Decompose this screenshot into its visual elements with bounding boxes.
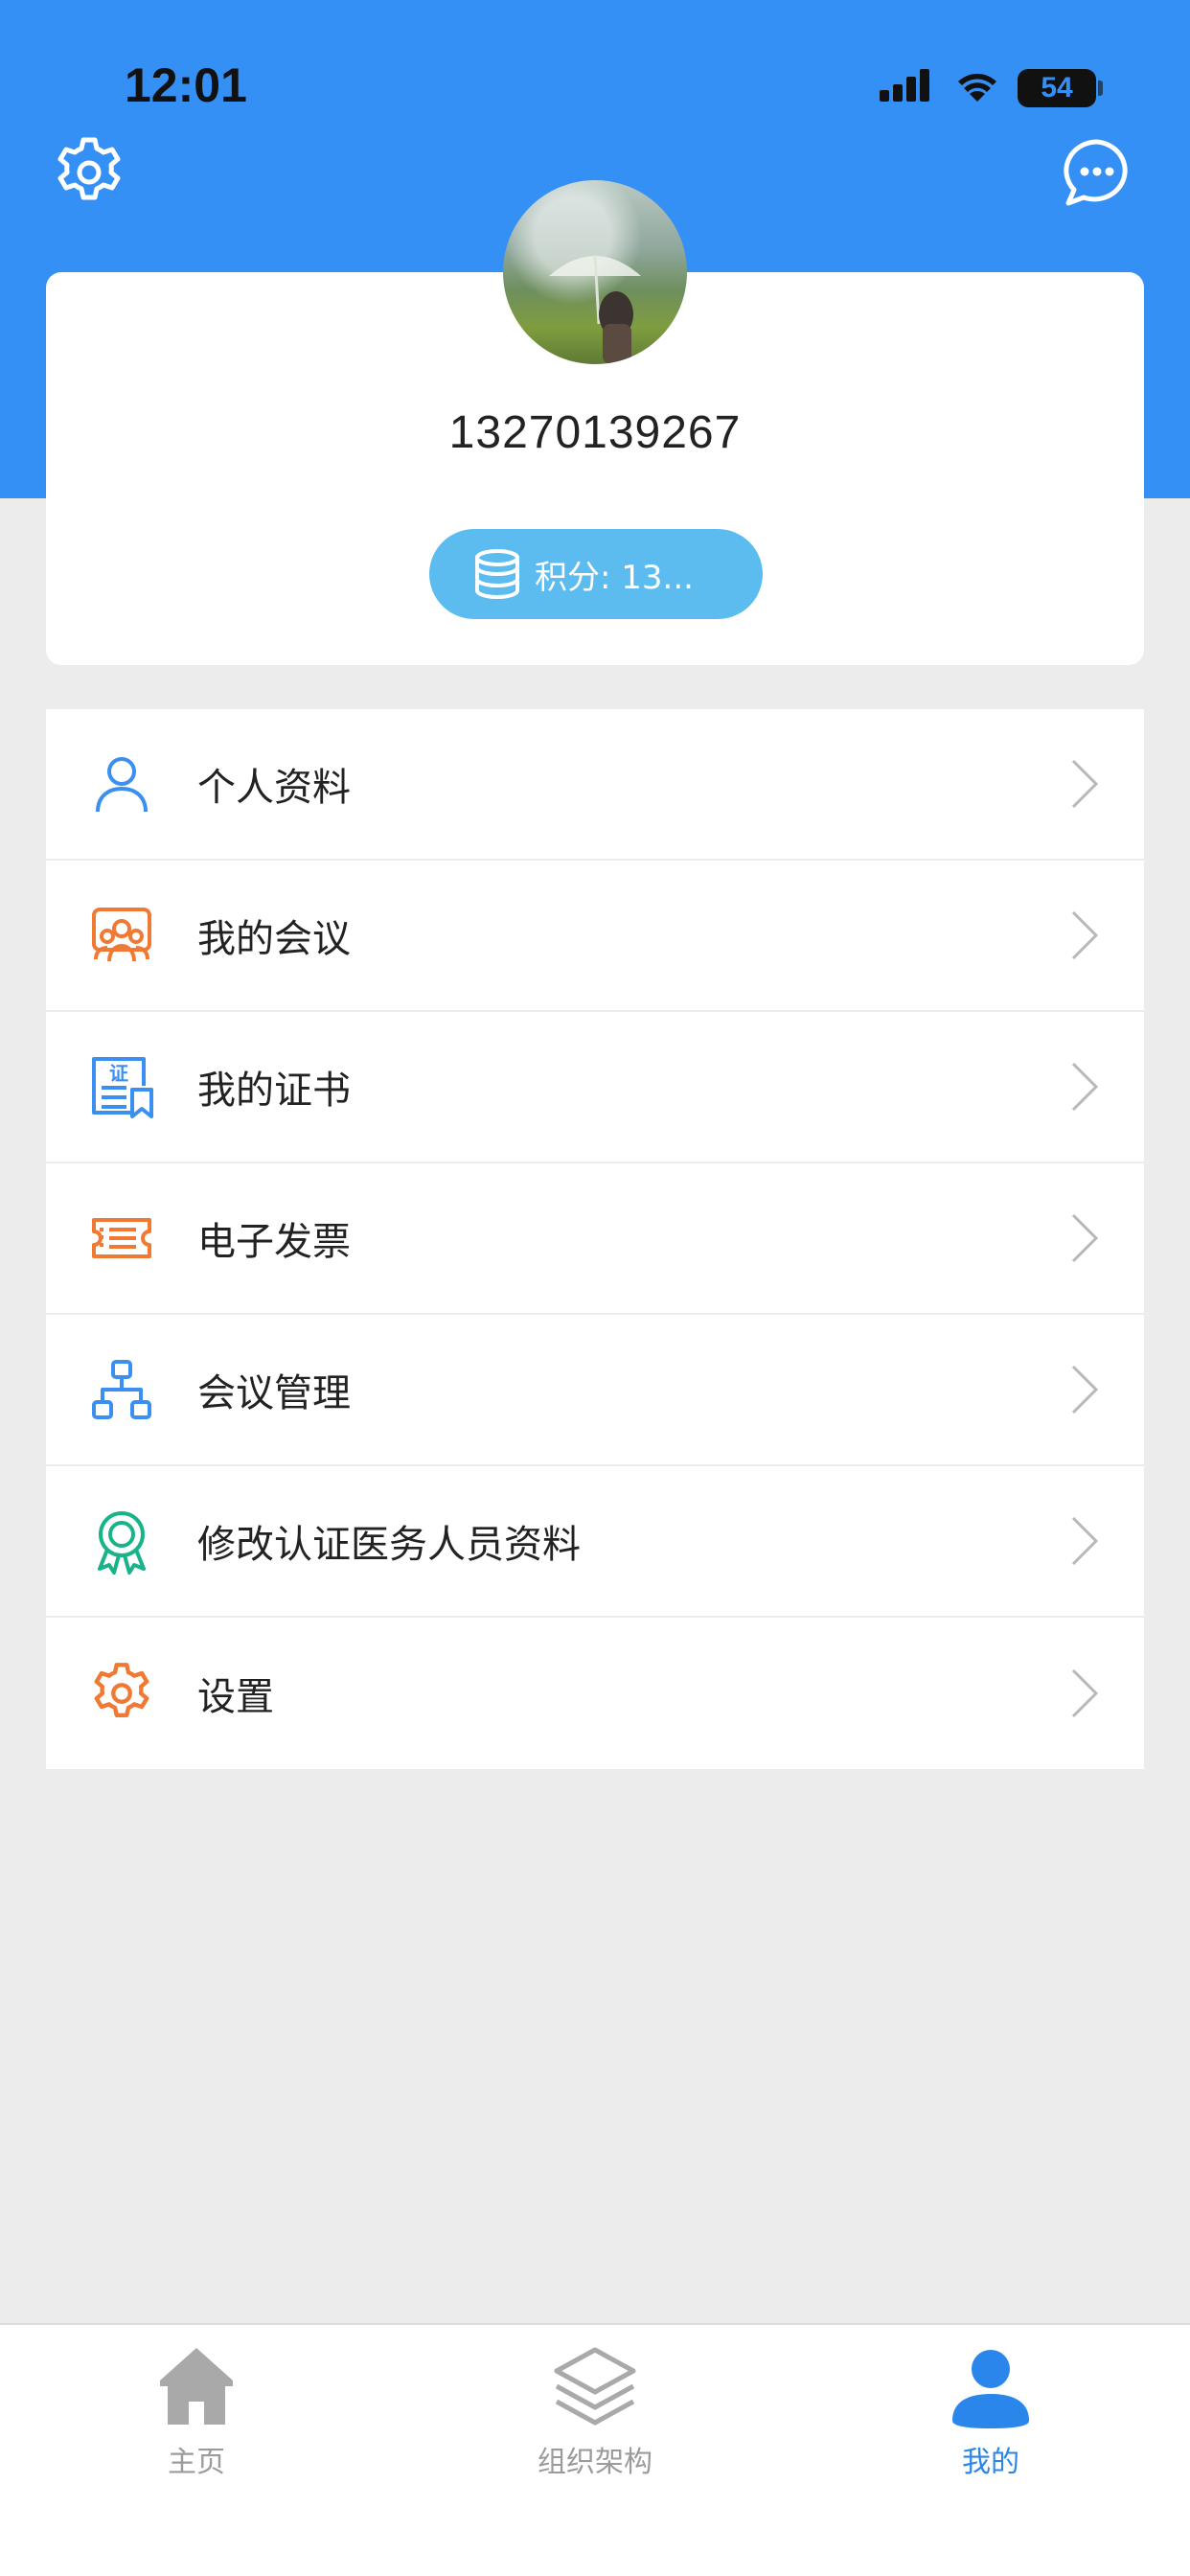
home-icon bbox=[160, 2348, 233, 2425]
cellular-signal-icon bbox=[880, 69, 929, 102]
battery-indicator: 54 bbox=[1018, 69, 1096, 107]
menu-item-meeting-management[interactable]: 会议管理 bbox=[46, 1315, 1144, 1466]
chevron-right-icon bbox=[1071, 1365, 1099, 1414]
gear-icon bbox=[57, 137, 121, 200]
menu-item-e-invoice[interactable]: 电子发票 bbox=[46, 1163, 1144, 1315]
user-icon bbox=[952, 2350, 1029, 2428]
menu-label: 会议管理 bbox=[197, 1371, 351, 1415]
menu-item-my-meetings[interactable]: 我的会议 bbox=[46, 861, 1144, 1012]
menu-list: 个人资料 我的会议 证 我的证书 电子发票 会议管理 修改认证医务人员资料 设置 bbox=[46, 709, 1144, 1769]
tab-label: 我的 bbox=[962, 2446, 1019, 2479]
tab-organization[interactable]: 组织架构 bbox=[480, 2340, 710, 2480]
menu-item-edit-medical-credentials[interactable]: 修改认证医务人员资料 bbox=[46, 1466, 1144, 1618]
svg-text:证: 证 bbox=[109, 1062, 128, 1085]
battery-tip bbox=[1098, 80, 1103, 96]
settings-button[interactable] bbox=[51, 134, 127, 211]
tab-label: 组织架构 bbox=[538, 2446, 652, 2479]
meeting-icon bbox=[88, 902, 155, 969]
invoice-icon bbox=[88, 1205, 155, 1272]
badge-icon bbox=[88, 1507, 155, 1575]
points-label: 积分: 13... bbox=[535, 558, 694, 597]
points-button[interactable]: 积分: 13... bbox=[429, 529, 763, 619]
avatar[interactable] bbox=[503, 180, 687, 364]
gear-icon bbox=[88, 1660, 155, 1727]
chat-bubble-icon bbox=[1064, 139, 1128, 206]
messages-button[interactable] bbox=[1059, 134, 1135, 211]
menu-label: 个人资料 bbox=[197, 766, 351, 810]
avatar-photo bbox=[549, 254, 641, 364]
menu-item-settings[interactable]: 设置 bbox=[46, 1618, 1144, 1769]
tab-home[interactable]: 主页 bbox=[81, 2340, 311, 2480]
chevron-right-icon bbox=[1071, 1062, 1099, 1112]
menu-label: 电子发票 bbox=[197, 1220, 351, 1264]
tab-label: 主页 bbox=[168, 2446, 225, 2479]
menu-label: 修改认证医务人员资料 bbox=[197, 1523, 581, 1567]
org-chart-icon bbox=[88, 1356, 155, 1423]
certificate-icon: 证 bbox=[88, 1053, 155, 1120]
menu-item-personal-info[interactable]: 个人资料 bbox=[46, 709, 1144, 861]
wifi-icon bbox=[958, 74, 996, 102]
coin-stack-icon bbox=[475, 549, 519, 600]
chevron-right-icon bbox=[1071, 759, 1099, 809]
status-signal-wifi-icons bbox=[880, 69, 996, 102]
menu-label: 设置 bbox=[197, 1675, 274, 1719]
menu-label: 我的证书 bbox=[197, 1069, 351, 1113]
menu-item-my-certificates[interactable]: 证 我的证书 bbox=[46, 1012, 1144, 1163]
status-time: 12:01 bbox=[125, 58, 247, 112]
chevron-right-icon bbox=[1071, 1213, 1099, 1263]
tab-mine[interactable]: 我的 bbox=[876, 2340, 1106, 2480]
chevron-right-icon bbox=[1071, 1516, 1099, 1566]
layers-icon bbox=[554, 2347, 636, 2426]
menu-label: 我的会议 bbox=[197, 917, 351, 961]
chevron-right-icon bbox=[1071, 1668, 1099, 1718]
user-phone-number: 13270139267 bbox=[448, 407, 742, 458]
bottom-tab-bar: 主页 组织架构 我的 bbox=[0, 2323, 1190, 2576]
chevron-right-icon bbox=[1071, 910, 1099, 960]
person-icon bbox=[88, 750, 155, 817]
